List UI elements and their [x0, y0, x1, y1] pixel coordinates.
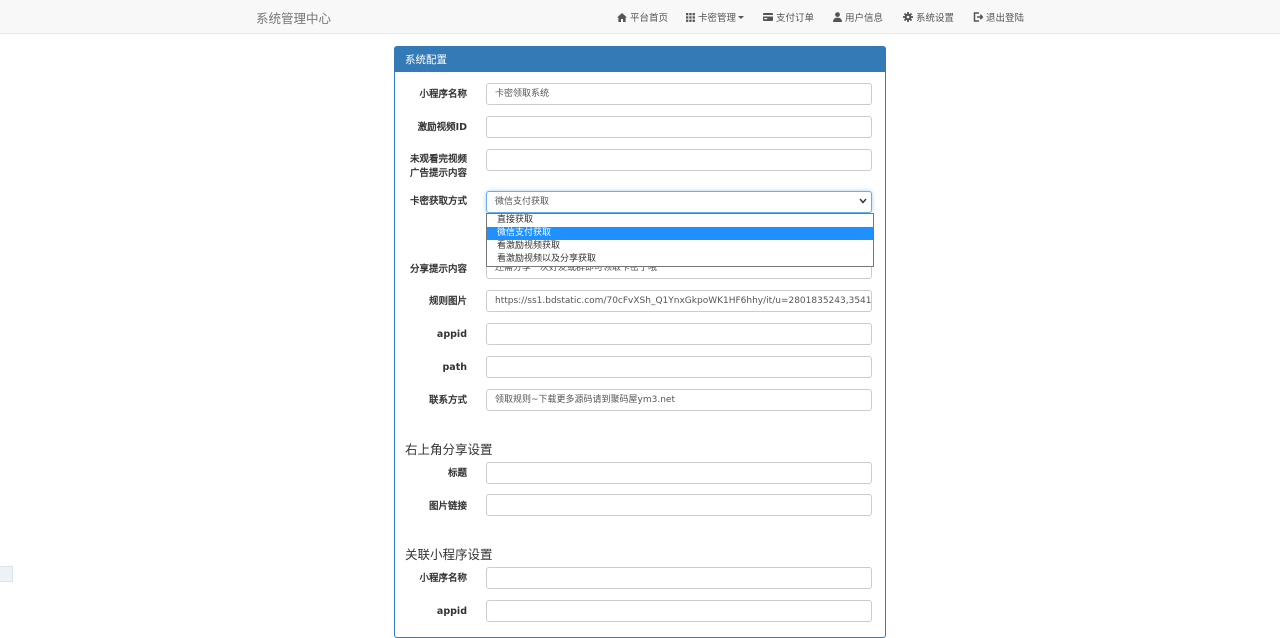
image-link-input[interactable]	[486, 494, 872, 516]
appid-input[interactable]	[486, 323, 872, 345]
grid-icon	[686, 12, 695, 22]
nav-system-settings-label: 系统设置	[916, 13, 955, 24]
side-collapse-tab[interactable]	[0, 566, 13, 582]
video-id-label: 激励视频ID	[417, 122, 467, 133]
linked-app-name-label: 小程序名称	[419, 573, 467, 584]
rule-image-input[interactable]: https://ss1.bdstatic.com/70cFvXSh_Q1YnxG…	[486, 290, 872, 312]
nav-payment-orders[interactable]: 支付订单	[763, 10, 814, 24]
chevron-down-icon	[859, 198, 867, 204]
nav-card-management[interactable]: 卡密管理	[686, 10, 745, 24]
user-icon	[833, 12, 842, 22]
unwatched-tip-input[interactable]	[486, 149, 872, 171]
share-settings-heading: 右上角分享设置	[405, 442, 493, 457]
image-link-label: 图片链接	[428, 501, 467, 512]
share-tip-label: 分享提示内容	[409, 264, 467, 275]
nav-system-settings[interactable]: 系统设置	[903, 10, 954, 24]
home-icon	[617, 12, 627, 22]
contact-label: 联系方式	[428, 395, 467, 406]
share-title-label: 标题	[447, 468, 467, 479]
system-config-panel: 系统配置 小程序名称 卡密领取系统 激励视频ID 未观看完视频 广告提示内容 卡…	[394, 46, 886, 638]
contact-input[interactable]: 领取规则~下载更多源码请到聚码屋ym3.net	[486, 389, 872, 411]
linked-miniapp-heading: 关联小程序设置	[405, 547, 493, 562]
path-input[interactable]	[486, 356, 872, 378]
panel-heading: 系统配置	[395, 47, 885, 72]
nav-logout-label: 退出登陆	[986, 13, 1025, 24]
video-id-input[interactable]	[486, 116, 872, 138]
app-name-label: 小程序名称	[419, 89, 467, 100]
nav-payment-orders-label: 支付订单	[776, 13, 815, 24]
unwatched-tip-label-line2: 广告提示内容	[409, 168, 467, 179]
caret-down-icon	[738, 15, 745, 19]
linked-app-name-input[interactable]	[486, 567, 872, 589]
nav-logout[interactable]: 退出登陆	[973, 10, 1024, 24]
top-navbar: 系统管理中心 平台首页 卡密管理 支付订单 用户信息 系统设置 退出登陆	[0, 0, 1280, 34]
linked-appid-input[interactable]	[486, 600, 872, 622]
nav-card-management-label: 卡密管理	[698, 13, 737, 24]
gear-icon	[903, 12, 913, 22]
appid-label: appid	[436, 329, 467, 340]
share-title-input[interactable]	[486, 462, 872, 484]
path-label: path	[442, 362, 467, 373]
brand-title[interactable]: 系统管理中心	[256, 8, 331, 27]
linked-appid-label: appid	[436, 606, 467, 617]
nav-home-label: 平台首页	[630, 13, 669, 24]
get-method-selected-value: 微信支付获取	[495, 197, 550, 207]
card-icon	[763, 13, 773, 21]
get-method-label: 卡密获取方式	[409, 196, 467, 207]
unwatched-tip-label-line1: 未观看完视频	[409, 154, 467, 165]
nav-user-info-label: 用户信息	[845, 13, 884, 24]
logout-icon	[973, 12, 983, 22]
nav-home[interactable]: 平台首页	[617, 10, 668, 24]
dropdown-option-video-and-share[interactable]: 看激励视频以及分享获取	[487, 253, 873, 266]
app-name-input[interactable]: 卡密领取系统	[486, 83, 872, 105]
dropdown-option-direct[interactable]: 直接获取	[487, 214, 873, 227]
get-method-select[interactable]: 微信支付获取	[486, 191, 872, 213]
dropdown-option-wechat-pay[interactable]: 微信支付获取	[487, 227, 873, 240]
nav-user-info[interactable]: 用户信息	[833, 10, 883, 24]
dropdown-option-video[interactable]: 看激励视频获取	[487, 240, 873, 253]
rule-image-label: 规则图片	[428, 296, 467, 307]
get-method-dropdown-list: 直接获取 微信支付获取 看激励视频获取 看激励视频以及分享获取	[486, 213, 874, 267]
